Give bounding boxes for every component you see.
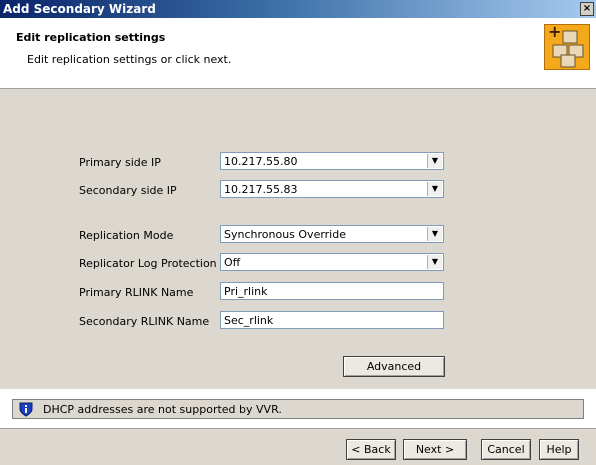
boxes-plus-icon: +: [544, 24, 590, 70]
window-title: Add Secondary Wizard: [3, 2, 156, 16]
primary-ip-combo[interactable]: 10.217.55.80 ▼: [220, 152, 444, 170]
advanced-label: Advanced: [366, 360, 422, 373]
chevron-down-icon[interactable]: ▼: [427, 182, 442, 196]
close-icon[interactable]: ×: [580, 2, 594, 16]
page-title: Edit replication settings: [16, 31, 166, 44]
chevron-down-icon[interactable]: ▼: [427, 227, 442, 241]
secondary-rlink-input[interactable]: [220, 311, 444, 329]
log-protection-label: Replicator Log Protection: [79, 257, 217, 270]
title-bar: Add Secondary Wizard ×: [0, 0, 596, 18]
secondary-rlink-label: Secondary RLINK Name: [79, 315, 210, 328]
secondary-ip-combo[interactable]: 10.217.55.83 ▼: [220, 180, 444, 198]
chevron-down-icon[interactable]: ▼: [427, 255, 442, 269]
next-button[interactable]: Next >: [403, 439, 467, 460]
secondary-ip-value: 10.217.55.83: [224, 183, 298, 196]
primary-ip-label: Primary side IP: [79, 156, 161, 169]
shield-info-icon: [19, 402, 33, 417]
primary-rlink-label: Primary RLINK Name: [79, 286, 194, 299]
log-protection-value: Off: [224, 256, 241, 269]
secondary-ip-label: Secondary side IP: [79, 184, 177, 197]
wizard-header: Edit replication settings Edit replicati…: [0, 18, 596, 89]
advanced-button[interactable]: Advanced: [343, 356, 445, 377]
replication-mode-label: Replication Mode: [79, 229, 174, 242]
wizard-footer: < Back Next > Cancel Help: [0, 428, 596, 465]
page-subtitle: Edit replication settings or click next.: [27, 53, 232, 66]
info-bar: DHCP addresses are not supported by VVR.: [12, 399, 584, 419]
log-protection-combo[interactable]: Off ▼: [220, 253, 444, 271]
cancel-button[interactable]: Cancel: [481, 439, 531, 460]
replication-mode-value: Synchronous Override: [224, 228, 346, 241]
info-text: DHCP addresses are not supported by VVR.: [43, 403, 282, 416]
help-button[interactable]: Help: [539, 439, 579, 460]
primary-ip-value: 10.217.55.80: [224, 155, 298, 168]
primary-rlink-input[interactable]: [220, 282, 444, 300]
back-button[interactable]: < Back: [346, 439, 396, 460]
chevron-down-icon[interactable]: ▼: [427, 154, 442, 168]
replication-mode-combo[interactable]: Synchronous Override ▼: [220, 225, 444, 243]
